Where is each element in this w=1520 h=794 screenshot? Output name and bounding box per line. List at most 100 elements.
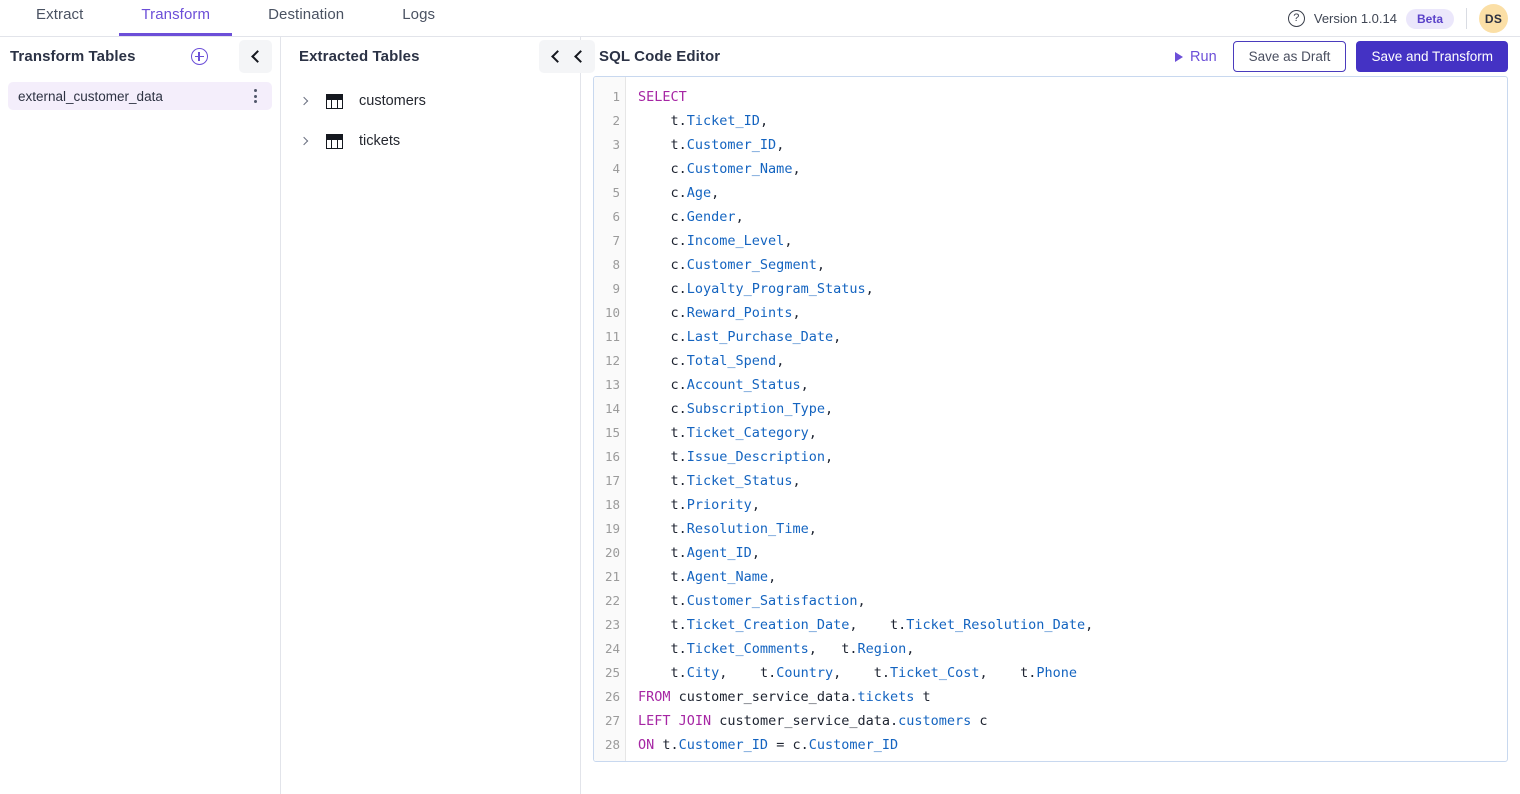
code-line: c.Customer_Segment,	[638, 253, 1507, 277]
code-line: SELECT	[638, 85, 1507, 109]
code-line: c.Customer_Name,	[638, 157, 1507, 181]
line-number: 10	[594, 301, 625, 325]
code-line: ON t.Customer_ID = c.Customer_ID	[638, 733, 1507, 757]
line-number: 3	[594, 133, 625, 157]
line-number: 13	[594, 373, 625, 397]
run-button-label: Run	[1190, 49, 1217, 65]
top-navigation-bar: Extract Transform Destination Logs ? Ver…	[0, 0, 1520, 37]
sql-panel-collapse-button[interactable]	[562, 40, 595, 73]
version-label: Version 1.0.14	[1314, 11, 1397, 26]
extracted-tables-title: Extracted Tables	[299, 48, 420, 65]
code-line: c.Account_Status,	[638, 373, 1507, 397]
transform-tables-title: Transform Tables	[10, 48, 136, 65]
code-line: t.Customer_ID,	[638, 133, 1507, 157]
line-number: 20	[594, 541, 625, 565]
code-line: c.Loyalty_Program_Status,	[638, 277, 1507, 301]
line-number: 2	[594, 109, 625, 133]
code-line: t.Resolution_Time,	[638, 517, 1507, 541]
chevron-right-icon[interactable]	[300, 137, 308, 145]
code-line: t.Priority,	[638, 493, 1507, 517]
code-line: t.Ticket_ID,	[638, 109, 1507, 133]
code-line: c.Total_Spend,	[638, 349, 1507, 373]
line-number: 15	[594, 421, 625, 445]
table-grid-icon	[326, 94, 343, 109]
line-number: 26	[594, 685, 625, 709]
transform-table-label: external_customer_data	[18, 89, 163, 104]
line-number: 25	[594, 661, 625, 685]
code-line: t.Ticket_Status,	[638, 469, 1507, 493]
extracted-tables-list: customers tickets	[281, 76, 580, 161]
extracted-table-row-customers[interactable]: customers	[281, 81, 580, 121]
sql-editor-title: SQL Code Editor	[599, 48, 720, 65]
code-line: FROM customer_service_data.tickets t	[638, 685, 1507, 709]
line-number: 11	[594, 325, 625, 349]
extracted-table-label: tickets	[359, 133, 400, 149]
extracted-table-row-tickets[interactable]: tickets	[281, 121, 580, 161]
sql-code-area[interactable]: SELECT t.Ticket_ID, t.Customer_ID, c.Cus…	[626, 77, 1507, 761]
chevron-left-icon	[574, 50, 587, 63]
chevron-left-icon	[251, 50, 264, 63]
beta-badge: Beta	[1406, 9, 1454, 29]
code-line: t.Agent_Name,	[638, 565, 1507, 589]
extracted-table-label: customers	[359, 93, 426, 109]
sql-editor-actions: Run Save as Draft Save and Transform	[1169, 37, 1508, 76]
sql-editor-panel: SQL Code Editor Run Save as Draft Save a…	[581, 37, 1520, 794]
avatar[interactable]: DS	[1479, 4, 1508, 33]
line-number: 14	[594, 397, 625, 421]
run-button[interactable]: Run	[1169, 45, 1223, 69]
main-content: Transform Tables external_customer_data …	[0, 37, 1520, 794]
line-number: 24	[594, 637, 625, 661]
code-line: t.City, t.Country, t.Ticket_Cost, t.Phon…	[638, 661, 1507, 685]
play-triangle-icon	[1175, 52, 1183, 62]
line-number: 21	[594, 565, 625, 589]
code-line: c.Last_Purchase_Date,	[638, 325, 1507, 349]
line-number-gutter: 1234567891011121314151617181920212223242…	[594, 77, 626, 761]
line-number: 1	[594, 85, 625, 109]
extracted-tables-header: Extracted Tables	[281, 37, 580, 76]
sql-code-editor[interactable]: 1234567891011121314151617181920212223242…	[593, 76, 1508, 762]
transform-tables-panel: Transform Tables external_customer_data	[0, 37, 281, 794]
kebab-menu-icon[interactable]	[248, 88, 262, 104]
line-number: 5	[594, 181, 625, 205]
code-line: t.Ticket_Comments, t.Region,	[638, 637, 1507, 661]
transform-tables-list: external_customer_data	[0, 76, 280, 110]
sql-editor-header: SQL Code Editor Run Save as Draft Save a…	[581, 37, 1520, 76]
line-number: 19	[594, 517, 625, 541]
plus-circle-icon[interactable]	[191, 48, 208, 65]
code-line: t.Ticket_Category,	[638, 421, 1507, 445]
tab-logs[interactable]: Logs	[380, 7, 457, 36]
code-line: LEFT JOIN customer_service_data.customer…	[638, 709, 1507, 733]
chevron-right-icon[interactable]	[300, 97, 308, 105]
code-line: c.Reward_Points,	[638, 301, 1507, 325]
tab-destination[interactable]: Destination	[246, 7, 366, 36]
divider	[1466, 8, 1467, 29]
code-line: c.Subscription_Type,	[638, 397, 1507, 421]
line-number: 23	[594, 613, 625, 637]
line-number: 18	[594, 493, 625, 517]
code-line: c.Age,	[638, 181, 1507, 205]
tab-extract[interactable]: Extract	[14, 7, 105, 36]
code-line: t.Issue_Description,	[638, 445, 1507, 469]
line-number: 16	[594, 445, 625, 469]
line-number: 9	[594, 277, 625, 301]
save-as-draft-button[interactable]: Save as Draft	[1233, 41, 1347, 72]
code-line: t.Ticket_Creation_Date, t.Ticket_Resolut…	[638, 613, 1507, 637]
extracted-tables-panel: Extracted Tables customers tickets	[281, 37, 581, 794]
line-number: 8	[594, 253, 625, 277]
code-line: c.Gender,	[638, 205, 1507, 229]
line-number: 22	[594, 589, 625, 613]
question-mark-circle-icon[interactable]: ?	[1288, 10, 1305, 27]
line-number: 4	[594, 157, 625, 181]
line-number: 12	[594, 349, 625, 373]
transform-panel-collapse-button[interactable]	[239, 40, 272, 73]
line-number: 17	[594, 469, 625, 493]
tab-transform[interactable]: Transform	[119, 7, 232, 36]
line-number: 28	[594, 733, 625, 757]
code-line: t.Agent_ID,	[638, 541, 1507, 565]
save-and-transform-button[interactable]: Save and Transform	[1356, 41, 1508, 72]
line-number: 6	[594, 205, 625, 229]
transform-table-item[interactable]: external_customer_data	[8, 82, 272, 110]
transform-tables-header: Transform Tables	[0, 37, 280, 76]
code-line: t.Customer_Satisfaction,	[638, 589, 1507, 613]
line-number: 27	[594, 709, 625, 733]
